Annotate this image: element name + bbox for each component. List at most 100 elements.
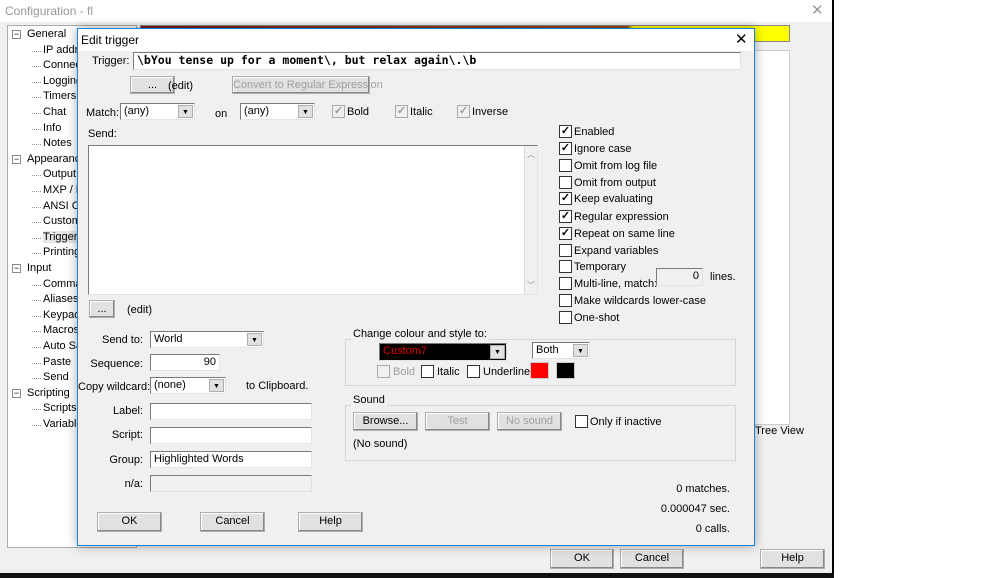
match-italic-checkbox[interactable]: ✓ [395, 105, 408, 118]
tree-connector [32, 409, 41, 411]
option-checkbox[interactable] [559, 244, 572, 257]
group-input[interactable]: Highlighted Words [150, 451, 312, 468]
chevron-down-icon: ▼ [490, 345, 505, 359]
convert-regex-button[interactable]: Convert to Regular Expression [232, 76, 383, 94]
option-label: Multi-line, match: [574, 278, 658, 290]
option-checkbox[interactable]: ✓ [559, 125, 572, 138]
match-count: 0 matches. [676, 483, 730, 495]
option-checkbox[interactable] [559, 277, 572, 290]
tree-connector [32, 222, 41, 224]
match-bold-label: Bold [347, 106, 370, 118]
sequence-input[interactable]: 90 [150, 354, 220, 371]
tree-connector [32, 425, 41, 426]
background-colour-swatch[interactable] [556, 362, 575, 379]
only-if-inactive-checkbox[interactable] [575, 415, 588, 428]
trigger-label: Trigger: [92, 55, 130, 67]
window-cancel-button[interactable]: Cancel [620, 549, 684, 569]
script-label: Script: [111, 429, 143, 441]
collapse-icon[interactable]: − [12, 30, 21, 39]
option-checkbox[interactable]: ✓ [559, 192, 572, 205]
match-inverse-checkbox[interactable]: ✓ [457, 105, 470, 118]
collapse-icon[interactable]: − [12, 264, 21, 273]
collapse-icon[interactable]: − [12, 388, 21, 398]
trigger-edit-label: (edit) [168, 80, 194, 92]
tree-item-label: ANSI C [43, 199, 80, 212]
help-button[interactable]: Help [298, 512, 363, 532]
window-ok-button[interactable]: OK [550, 549, 614, 569]
tree-connector [32, 97, 41, 99]
window-title: Configuration - fl [5, 4, 94, 18]
cancel-button[interactable]: Cancel [200, 512, 265, 532]
option-checkbox[interactable] [559, 260, 572, 273]
copy-wildcard-select[interactable]: (none) ▼ [150, 377, 226, 394]
tree-connector [32, 315, 41, 317]
tree-connector [32, 191, 41, 192]
option-checkbox[interactable]: ✓ [559, 210, 572, 223]
option-checkbox[interactable]: ✓ [559, 227, 572, 240]
tree-item-label: Send [43, 371, 69, 384]
no-sound-button[interactable]: No sound [497, 412, 562, 431]
chevron-down-icon[interactable]: ﹀ [527, 278, 535, 293]
tree-item-label: Chat [43, 106, 67, 118]
label-input[interactable] [150, 403, 312, 420]
tree-view-label[interactable]: Tree View [755, 425, 804, 437]
send-to-select[interactable]: World ▼ [150, 331, 264, 348]
send-to-value: World [154, 333, 183, 345]
on-value: (any) [244, 105, 270, 117]
option-checkbox[interactable] [559, 311, 572, 324]
option-checkbox[interactable] [559, 159, 572, 172]
browse-sound-button[interactable]: Browse... [353, 412, 418, 431]
tree-item-label: Custom [43, 215, 81, 228]
close-icon[interactable]: ✕ [735, 30, 748, 48]
label-label: Label: [113, 405, 143, 417]
match-time: 0.000047 sec. [660, 503, 730, 515]
tree-connector [32, 81, 41, 83]
option-label: Omit from log file [574, 160, 658, 172]
collapse-icon[interactable]: − [12, 154, 21, 164]
match-italic-label: Italic [410, 106, 433, 118]
option-label: Expand variables [574, 245, 659, 257]
tree-connector [32, 175, 41, 177]
chevron-up-icon[interactable]: ︿ [527, 147, 535, 162]
na-label: n/a: [124, 478, 143, 490]
style-underline-checkbox[interactable] [467, 365, 480, 378]
option-checkbox[interactable] [559, 294, 572, 307]
tree-item-label: Timers [43, 90, 77, 103]
tree-item-label: Input [27, 262, 52, 274]
option-checkbox[interactable] [559, 176, 572, 189]
ok-button[interactable]: OK [97, 512, 162, 532]
chevron-down-icon: ▼ [298, 105, 313, 118]
lines-label: lines. [710, 271, 736, 283]
close-icon[interactable]: ✕ [811, 1, 824, 19]
apply-select[interactable]: Both ▼ [532, 342, 590, 359]
tree-connector [32, 206, 41, 208]
tree-item-label: Keypad [43, 308, 81, 321]
window-help-button[interactable]: Help [760, 549, 825, 569]
scrollbar[interactable]: ︿ ﹀ [524, 146, 537, 294]
option-label: One-shot [574, 312, 620, 324]
foreground-colour-swatch[interactable] [530, 362, 549, 379]
style-italic-checkbox[interactable] [421, 365, 434, 378]
copy-wildcard-value: (none) [154, 379, 186, 391]
option-checkbox[interactable]: ✓ [559, 142, 572, 155]
chevron-down-icon: ▼ [247, 333, 262, 346]
tree-item-label: Output [43, 168, 77, 181]
match-bold-checkbox[interactable]: ✓ [332, 105, 345, 118]
on-select[interactable]: (any) ▼ [240, 103, 315, 120]
style-underline-label: Underline [483, 366, 531, 378]
script-input[interactable] [150, 427, 312, 444]
group-label: Group: [109, 454, 143, 466]
match-select[interactable]: (any) ▼ [120, 103, 195, 120]
tree-connector [32, 284, 41, 286]
trigger-input[interactable]: \bYou tense up for a moment\, but relax … [133, 52, 741, 70]
send-edit-button[interactable]: ... [89, 300, 115, 318]
chevron-down-icon: ▼ [178, 105, 193, 118]
sequence-label: Sequence: [90, 358, 143, 370]
match-inverse-label: Inverse [472, 106, 509, 118]
tree-connector [32, 362, 41, 364]
send-label: Send: [88, 128, 117, 140]
send-textarea[interactable]: ︿ ﹀ [88, 145, 538, 295]
colour-select[interactable]: Custom7 ▼ [379, 343, 507, 361]
send-edit-label: (edit) [127, 304, 153, 316]
test-sound-button[interactable]: Test [425, 412, 490, 431]
